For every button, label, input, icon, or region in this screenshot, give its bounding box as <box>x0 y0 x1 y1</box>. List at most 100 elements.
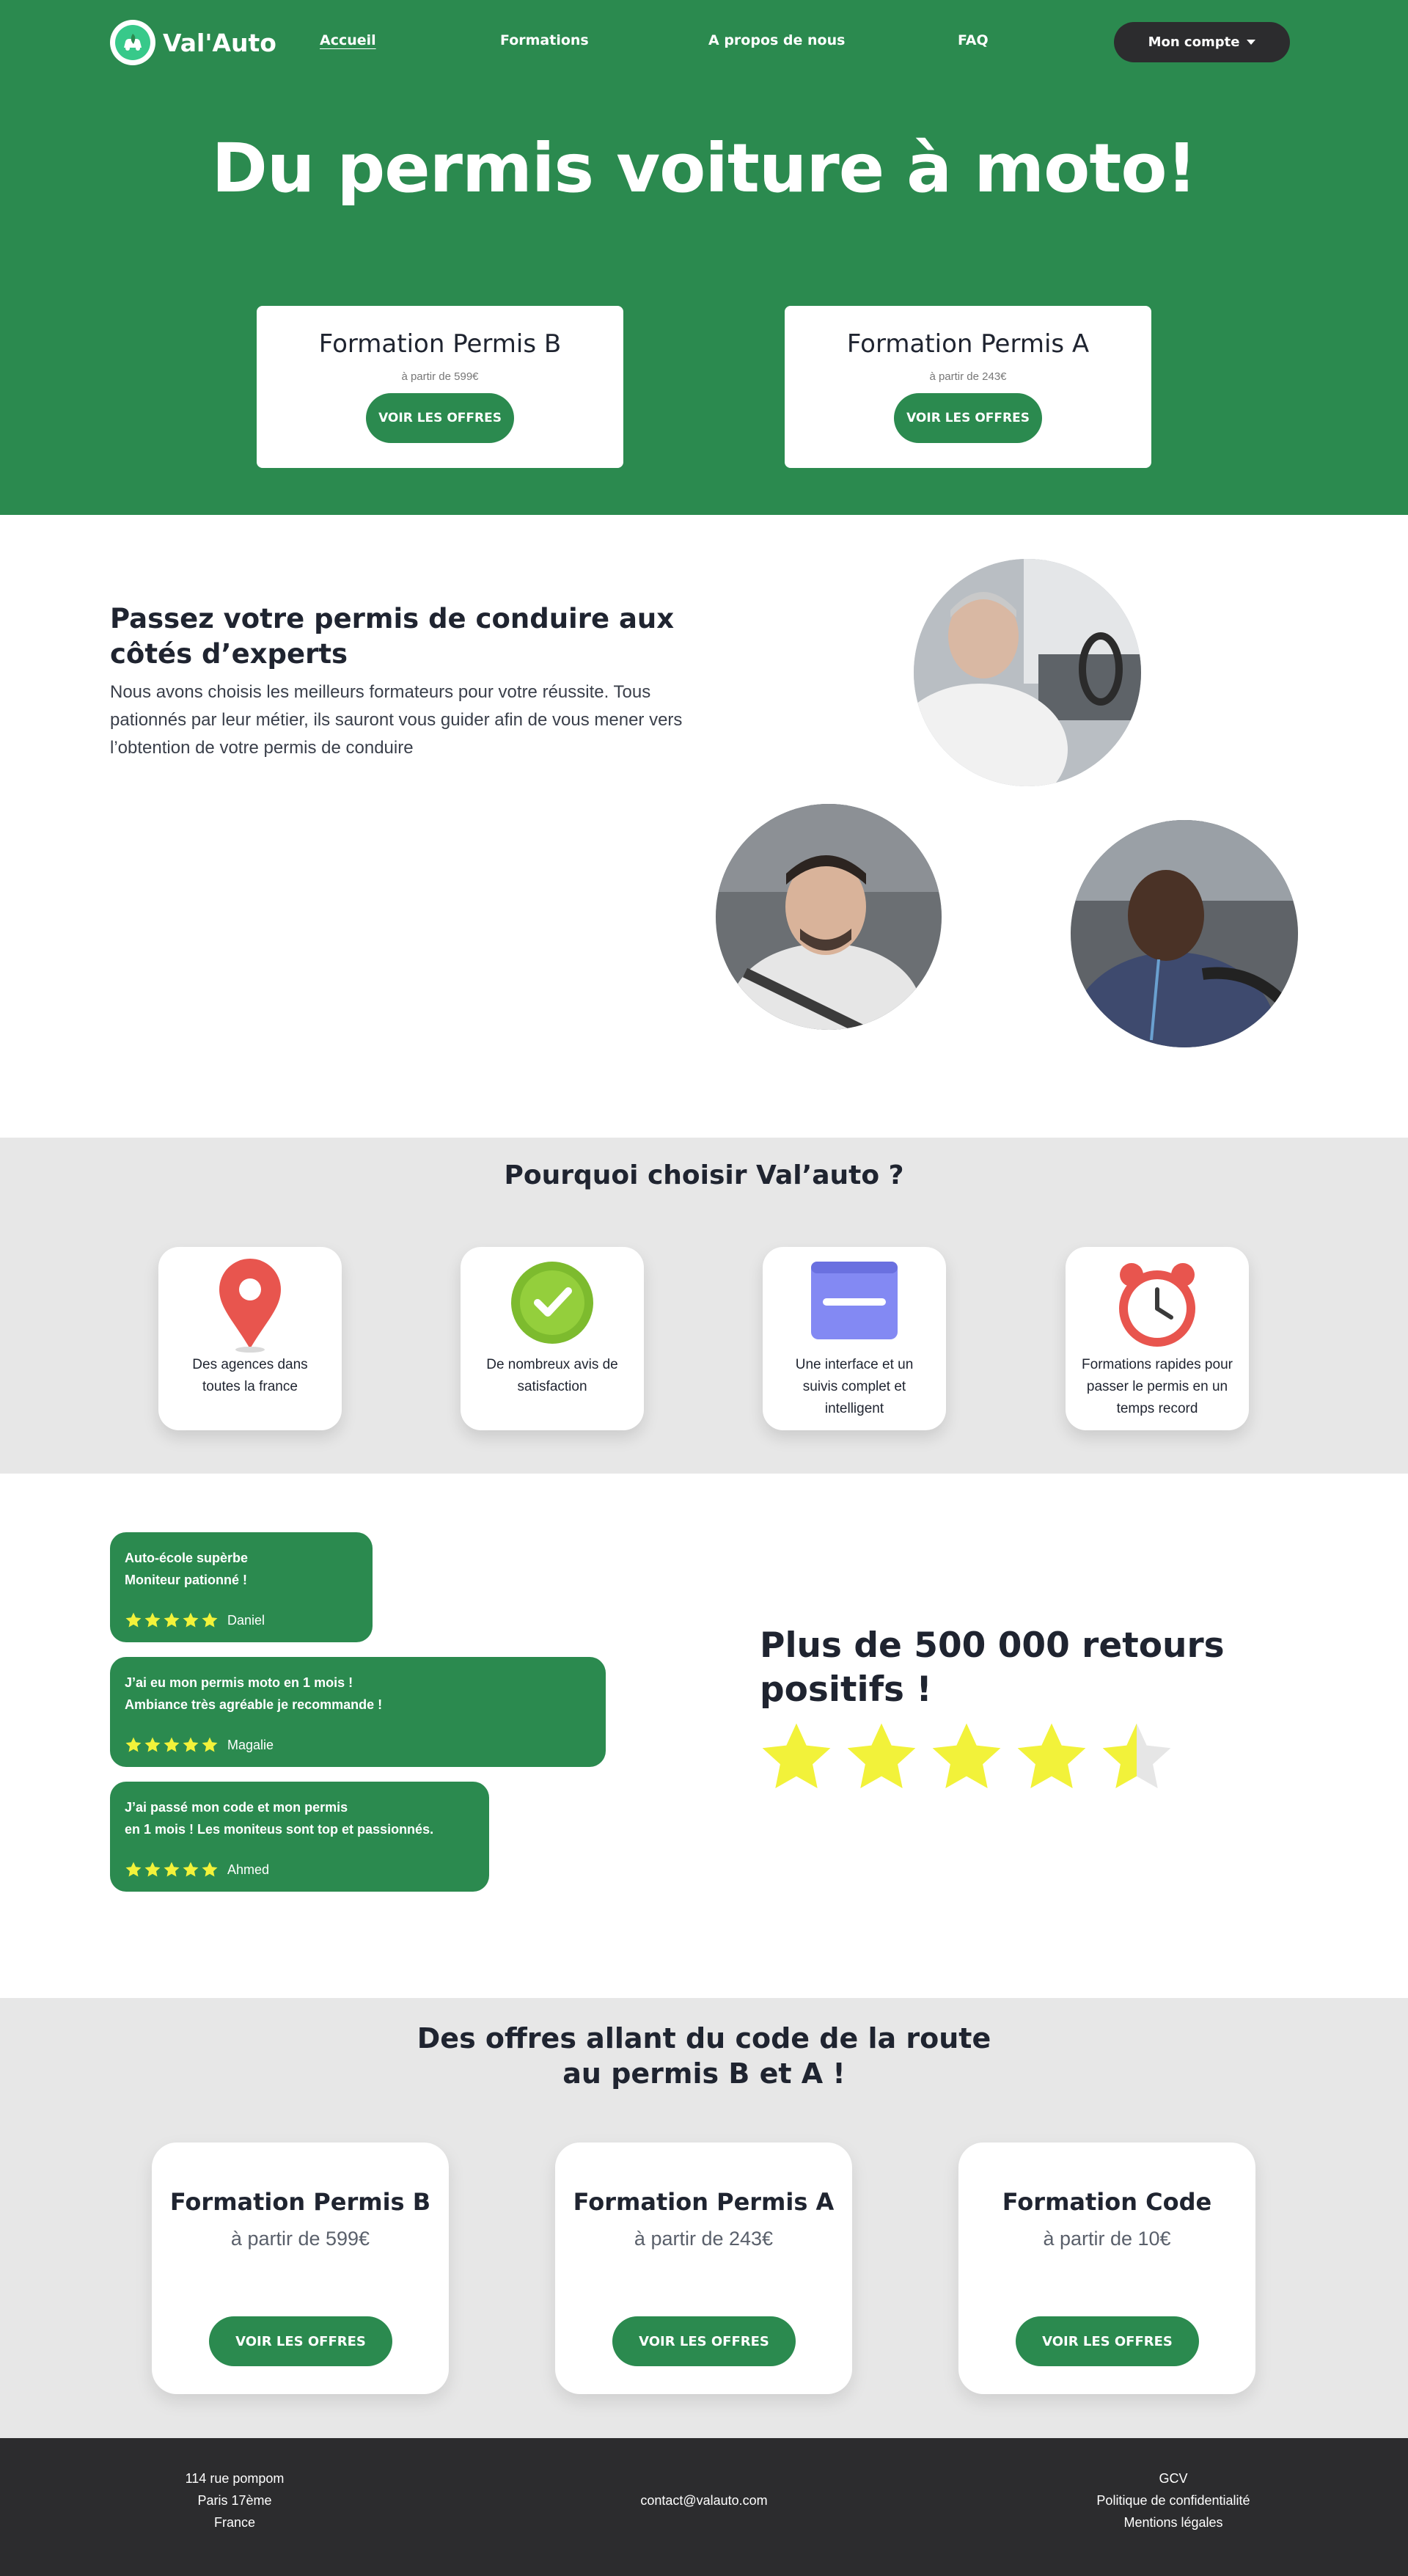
offers-title: Des offres allant du code de la route au… <box>0 2021 1408 2091</box>
review-text: Auto-école supèrbe Moniteur pationné ! <box>125 1547 248 1591</box>
offer-price: à partir de 243€ <box>634 2228 774 2250</box>
nav-link-a-propos[interactable]: A propos de nous <box>708 32 845 48</box>
star-icon <box>125 1862 142 1877</box>
star-icon <box>183 1612 199 1628</box>
star-icon <box>762 1723 831 1788</box>
view-offers-button[interactable]: VOIR LES OFFRES <box>612 2316 796 2366</box>
review-author: Ahmed <box>227 1862 270 1877</box>
offers-title-line: Des offres allant du code de la route <box>417 2022 991 2054</box>
reviews-summary-title: Plus de 500 000 retours positifs ! <box>760 1625 1225 1710</box>
review-line: Moniteur pationné ! <box>125 1573 247 1587</box>
review-text: J’ai eu mon permis moto en 1 mois ! Ambi… <box>125 1672 382 1716</box>
star-icon <box>144 1612 161 1628</box>
review-card: J’ai passé mon code et mon permis en 1 m… <box>110 1782 489 1892</box>
view-offers-button[interactable]: VOIR LES OFFRES <box>209 2316 392 2366</box>
review-line: en 1 mois ! Les moniteus sont top et pas… <box>125 1822 434 1837</box>
footer-link-privacy[interactable]: Politique de confidentialité <box>1063 2489 1283 2511</box>
star-icon <box>202 1737 218 1752</box>
review-author: Daniel <box>227 1612 265 1628</box>
feature-label: Formations rapides pour passer le permis… <box>1082 1357 1233 1416</box>
hero-card-title: Formation Permis B <box>318 329 562 359</box>
feature-label: De nombreux avis de satisfaction <box>486 1357 618 1394</box>
footer-email-link[interactable]: contact@valauto.com <box>640 2493 767 2508</box>
footer-link-gcv[interactable]: GCV <box>1063 2467 1283 2489</box>
review-line: Ambiance très agréable je recommande ! <box>125 1697 383 1712</box>
review-stars: Ahmed <box>125 1861 269 1878</box>
offer-card-permis-b: Formation Permis B à partir de 599€ VOIR… <box>152 2143 449 2394</box>
footer-link-legal[interactable]: Mentions légales <box>1063 2511 1283 2533</box>
star-icon <box>164 1737 180 1752</box>
offer-price: à partir de 599€ <box>230 2228 370 2250</box>
star-icon <box>125 1737 142 1752</box>
star-icon <box>164 1862 180 1877</box>
experts-title: Passez votre permis de conduire aux côté… <box>110 603 675 670</box>
footer-address-line: France <box>213 2515 256 2530</box>
review-line: Auto-école supèrbe <box>125 1551 249 1565</box>
feature-card-interface: Une interface et un suivis complet et in… <box>763 1247 946 1430</box>
feature-card-fast: Formations rapides pour passer le permis… <box>1066 1247 1249 1430</box>
review-author: Magalie <box>227 1737 274 1752</box>
offer-title: Formation Code <box>1002 2188 1212 2216</box>
offer-card-code: Formation Code à partir de 10€ VOIR LES … <box>958 2143 1255 2394</box>
brand-name: Val'Auto <box>163 28 276 57</box>
offer-price: à partir de 10€ <box>1043 2228 1171 2250</box>
hero-card-price: à partir de 599€ <box>401 370 479 383</box>
hero-card-price: à partir de 243€ <box>929 370 1007 383</box>
nav-link-faq[interactable]: FAQ <box>958 32 989 48</box>
star-icon <box>1102 1723 1171 1788</box>
car-leaf-icon <box>110 20 155 65</box>
star-icon <box>183 1737 199 1752</box>
footer-address-line: 114 rue pompom <box>185 2471 285 2486</box>
star-icon <box>1017 1723 1086 1788</box>
nav-link-formations[interactable]: Formations <box>500 32 589 48</box>
star-icon <box>144 1737 161 1752</box>
browser-window-icon <box>811 1262 898 1339</box>
star-icon <box>202 1862 218 1877</box>
view-offers-button[interactable]: VOIR LES OFFRES <box>366 393 514 443</box>
review-stars: Magalie <box>125 1736 274 1754</box>
feature-label: Des agences dans toutes la france <box>192 1357 308 1394</box>
account-dropdown-button[interactable]: Mon compte <box>1114 22 1290 62</box>
review-line: J’ai eu mon permis moto en 1 mois ! <box>125 1675 353 1690</box>
check-badge-icon <box>511 1262 593 1344</box>
review-text: J’ai passé mon code et mon permis en 1 m… <box>125 1796 433 1840</box>
footer-links: GCV Politique de confidentialité Mention… <box>1063 2467 1283 2533</box>
footer-address: 114 rue pompom Paris 17ème France <box>161 2467 308 2533</box>
view-offers-button[interactable]: VOIR LES OFFRES <box>1016 2316 1199 2366</box>
footer-address-line: Paris 17ème <box>197 2493 272 2508</box>
footer: 114 rue pompom Paris 17ème France contac… <box>0 2438 1408 2576</box>
instructor-photo-student <box>1071 820 1298 1047</box>
footer-contact: contact@valauto.com <box>594 2489 814 2511</box>
hero-title: Du permis voiture à moto! <box>211 129 1197 208</box>
feature-card-agencies: Des agences dans toutes la france <box>158 1247 342 1430</box>
offer-title: Formation Permis A <box>573 2188 835 2216</box>
hero-section: Val'Auto Accueil Formations A propos de … <box>0 0 1408 515</box>
map-pin-icon <box>219 1259 281 1353</box>
offer-title: Formation Permis B <box>169 2188 431 2216</box>
hero-card-permis-b: Formation Permis B à partir de 599€ VOIR… <box>257 306 623 468</box>
star-icon <box>125 1612 142 1628</box>
instructor-photo-senior <box>914 559 1141 786</box>
nav-link-accueil[interactable]: Accueil <box>320 32 376 48</box>
review-card: Auto-école supèrbe Moniteur pationné ! D… <box>110 1532 373 1642</box>
feature-label: Une interface et un suivis complet et in… <box>795 1357 914 1416</box>
star-icon <box>164 1612 180 1628</box>
view-offers-button[interactable]: VOIR LES OFFRES <box>894 393 1042 443</box>
review-stars: Daniel <box>125 1611 265 1629</box>
hero-card-permis-a: Formation Permis A à partir de 243€ VOIR… <box>785 306 1151 468</box>
reviews-summary-stars <box>758 1719 1176 1796</box>
star-icon <box>847 1723 916 1788</box>
feature-card-reviews: De nombreux avis de satisfaction <box>461 1247 644 1430</box>
hero-card-title: Formation Permis A <box>846 329 1090 359</box>
star-icon <box>183 1862 199 1877</box>
star-icon <box>144 1862 161 1877</box>
why-title: Pourquoi choisir Val’auto ? <box>504 1160 904 1190</box>
star-icon <box>932 1723 1001 1788</box>
brand-logo[interactable]: Val'Auto <box>110 20 276 65</box>
offers-title-line: au permis B et A ! <box>562 2057 846 2090</box>
instructor-photo-smiling <box>716 804 942 1030</box>
offer-card-permis-a: Formation Permis A à partir de 243€ VOIR… <box>555 2143 852 2394</box>
review-line: J’ai passé mon code et mon permis <box>125 1800 348 1815</box>
alarm-clock-icon <box>1119 1263 1195 1347</box>
experts-text: Nous avons choisis les meilleurs formate… <box>110 682 683 758</box>
